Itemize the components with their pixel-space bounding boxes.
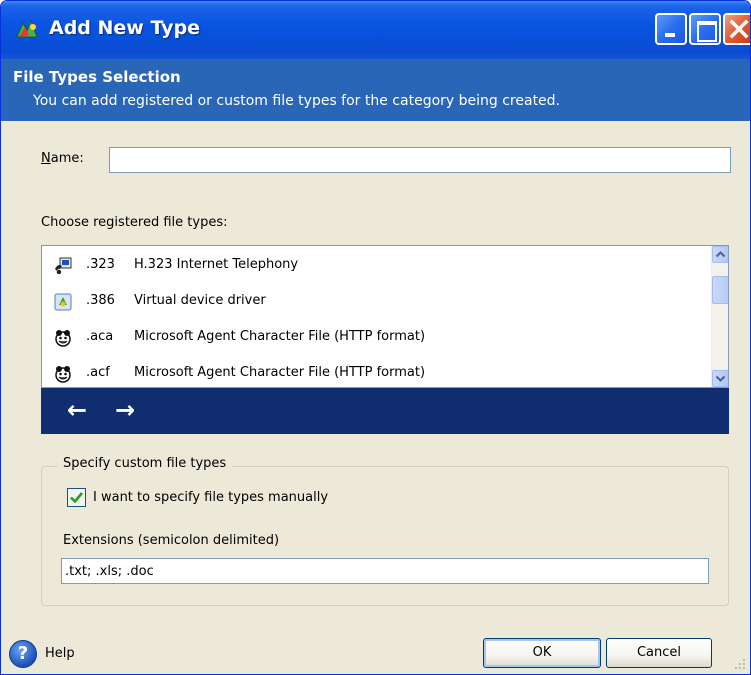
agent-character-icon [55, 330, 71, 347]
app-icon [16, 19, 38, 38]
item-extension: .386 [86, 293, 115, 308]
chevron-down-icon [715, 375, 726, 382]
custom-types-legend: Specify custom file types [57, 456, 233, 471]
minimize-button[interactable] [655, 13, 687, 45]
name-label: Name: [41, 151, 84, 166]
ok-button[interactable]: OK [483, 638, 601, 668]
add-new-type-dialog: Add New Type File Types Selection You ca… [0, 0, 751, 675]
list-item[interactable]: .aca Microsoft Agent Character File (HTT… [42, 320, 708, 356]
scroll-down-button[interactable] [712, 370, 728, 387]
help-link[interactable]: Help [45, 646, 75, 661]
registered-types-label: Choose registered file types: [41, 215, 228, 230]
item-description: Microsoft Agent Character File (HTTP for… [134, 365, 426, 380]
scroll-up-button[interactable] [712, 246, 728, 263]
header-band: File Types Selection You can add registe… [1, 59, 750, 121]
item-description: Virtual device driver [134, 293, 266, 308]
driver-icon [54, 293, 72, 311]
manual-types-checkbox[interactable] [67, 488, 86, 507]
forward-arrow-icon[interactable]: → [115, 396, 135, 424]
item-extension: .aca [86, 329, 114, 344]
list-item[interactable]: .386 Virtual device driver [42, 284, 708, 320]
list-scrollbar[interactable] [711, 246, 728, 387]
manual-types-label[interactable]: I want to specify file types manually [93, 490, 328, 505]
item-description: H.323 Internet Telephony [134, 257, 299, 272]
help-icon[interactable]: ? [9, 640, 37, 668]
extensions-label: Extensions (semicolon delimited) [63, 533, 280, 548]
back-arrow-icon[interactable]: ← [67, 396, 87, 424]
registered-types-list[interactable]: .323 H.323 Internet Telephony .386 Virtu… [41, 245, 729, 388]
agent-character-icon [55, 366, 71, 383]
maximize-button[interactable] [689, 13, 721, 45]
resize-grip-icon[interactable] [734, 658, 746, 670]
scroll-thumb[interactable] [712, 276, 728, 304]
list-item[interactable]: .323 H.323 Internet Telephony [42, 248, 708, 284]
window-title: Add New Type [49, 17, 201, 39]
item-description: Microsoft Agent Character File (HTTP for… [134, 329, 426, 344]
title-bar[interactable]: Add New Type [1, 1, 750, 59]
telephony-icon [55, 257, 72, 275]
close-button[interactable] [723, 13, 750, 45]
header-subtitle: You can add registered or custom file ty… [33, 93, 561, 109]
close-icon [729, 19, 749, 39]
list-item[interactable]: .acf Microsoft Agent Character File (HTT… [42, 356, 708, 387]
item-extension: .323 [86, 257, 115, 272]
cancel-button[interactable]: Cancel [606, 638, 712, 668]
name-input[interactable] [109, 147, 731, 173]
item-extension: .acf [86, 365, 110, 380]
chevron-up-icon [715, 251, 726, 258]
extensions-input[interactable] [61, 558, 709, 584]
list-navigation-bar: ← → [41, 388, 729, 434]
checkmark-icon [70, 492, 84, 504]
header-title: File Types Selection [13, 68, 181, 86]
